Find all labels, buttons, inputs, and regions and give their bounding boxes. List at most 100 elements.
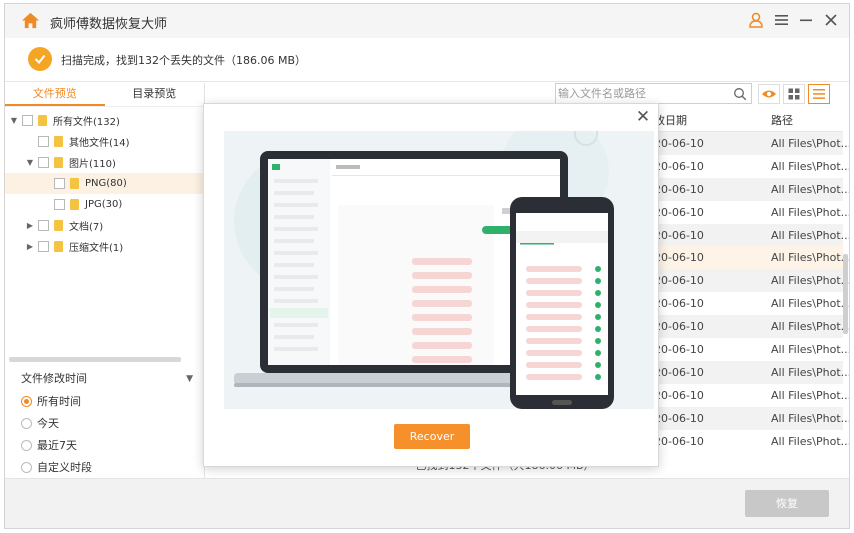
- table-row[interactable]: 20-06-10 All Files\Phot...: [650, 315, 849, 339]
- table-row[interactable]: 20-06-10 All Files\Phot...: [650, 246, 849, 270]
- tree-item-label: 其他文件(14): [69, 138, 130, 149]
- filter-title[interactable]: 文件修改时间 ▼: [5, 368, 205, 390]
- scan-status-text: 扫描完成，找到132个丢失的文件（186.06 MB）: [61, 54, 307, 67]
- recover-button[interactable]: 恢复: [745, 490, 829, 517]
- tree-item-label: 文档(7): [69, 222, 104, 233]
- title-bar: 疯师傅数据恢复大师: [5, 4, 849, 38]
- cell-date: 20-06-10: [654, 205, 704, 219]
- vertical-scrollbar[interactable]: [843, 254, 848, 334]
- horizontal-scrollbar[interactable]: [9, 357, 181, 362]
- cell-path: All Files\Phot...: [771, 182, 850, 196]
- table-row[interactable]: 20-06-10 All Files\Phot...: [650, 360, 849, 384]
- tab-file-preview[interactable]: 文件预览: [5, 83, 105, 106]
- app-mockup-image: [234, 131, 614, 409]
- app-window: 疯师傅数据恢复大师 扫描完成，找到132个丢失的文件（186.06 MB） 文件…: [4, 3, 850, 529]
- cell-path: All Files\Phot...: [771, 434, 850, 448]
- list-view-icon[interactable]: [808, 84, 830, 104]
- cell-date: 20-06-10: [654, 251, 704, 265]
- checkbox[interactable]: [22, 115, 33, 126]
- cell-path: All Files\Phot...: [771, 320, 850, 334]
- cell-date: 20-06-10: [654, 320, 704, 334]
- radio-custom-range[interactable]: 自定义时段: [5, 456, 205, 478]
- grid-view-icon[interactable]: [783, 84, 805, 104]
- radio-icon[interactable]: [21, 417, 32, 429]
- close-icon[interactable]: [821, 10, 841, 30]
- tree-item-images[interactable]: ▼ 图片(110): [5, 152, 204, 173]
- chevron-right-icon[interactable]: ▶: [25, 242, 35, 251]
- table-row[interactable]: 20-06-10 All Files\Phot...: [650, 223, 849, 247]
- check-circle-icon: [28, 47, 52, 71]
- table-row[interactable]: 20-06-10 All Files\Phot...: [650, 201, 849, 224]
- table-header: 改日期 路径: [650, 108, 843, 132]
- checkbox[interactable]: [38, 136, 49, 147]
- radio-icon[interactable]: [21, 461, 32, 473]
- tree-item-other-files[interactable]: 其他文件(14): [5, 131, 204, 152]
- checkbox[interactable]: [54, 178, 65, 189]
- checkbox[interactable]: [54, 199, 65, 210]
- cell-date: 20-06-10: [654, 228, 704, 242]
- checkbox[interactable]: [38, 157, 49, 168]
- folder-icon: [54, 157, 63, 168]
- folder-icon: [38, 115, 47, 126]
- promo-recover-button[interactable]: Recover: [394, 424, 470, 449]
- close-icon[interactable]: ✕: [634, 108, 652, 126]
- folder-icon: [54, 136, 63, 147]
- table-row[interactable]: 20-06-10 All Files\Phot...: [650, 406, 849, 430]
- tree-item-all-files[interactable]: ▼ 所有文件(132): [5, 110, 204, 131]
- cell-path: All Files\Phot...: [771, 388, 850, 402]
- cell-date: 20-06-10: [654, 159, 704, 173]
- radio-today[interactable]: 今天: [5, 412, 205, 434]
- chevron-down-icon[interactable]: ▼: [9, 116, 19, 125]
- radio-last-7-days[interactable]: 最近7天: [5, 434, 205, 456]
- table-row[interactable]: 20-06-10 All Files\Phot...: [650, 430, 849, 453]
- table-row[interactable]: 20-06-10 All Files\Phot...: [650, 338, 849, 361]
- table-row[interactable]: 20-06-10 All Files\Phot...: [650, 384, 849, 407]
- chevron-right-icon[interactable]: ▶: [25, 221, 35, 230]
- tree-item-label: 图片(110): [69, 159, 116, 170]
- tree-item-label: 压缩文件(1): [69, 243, 124, 254]
- menu-icon[interactable]: [771, 10, 791, 30]
- tree-item-documents[interactable]: ▶ 文档(7): [5, 215, 204, 236]
- cell-date: 20-06-10: [654, 297, 704, 311]
- radio-selected-icon[interactable]: [21, 395, 32, 407]
- table-row[interactable]: 20-06-10 All Files\Phot...: [650, 155, 849, 178]
- search-input[interactable]: [558, 85, 728, 102]
- table-row[interactable]: 20-06-10 All Files\Phot...: [650, 269, 849, 293]
- promo-dialog: ✕ Recover: [203, 103, 659, 467]
- eye-icon[interactable]: [758, 84, 780, 104]
- time-filter: 文件修改时间 ▼ 所有时间 今天 最近7天 自定义时段: [5, 368, 205, 478]
- radio-label: 最近7天: [37, 439, 77, 452]
- table-row[interactable]: 20-06-10 All Files\Phot...: [650, 177, 849, 201]
- folder-icon: [70, 178, 79, 189]
- table-row[interactable]: 20-06-10 All Files\Phot...: [650, 132, 849, 155]
- minimize-icon[interactable]: [796, 10, 816, 30]
- chevron-down-icon[interactable]: ▼: [25, 158, 35, 167]
- cell-path: All Files\Phot...: [771, 274, 850, 288]
- checkbox[interactable]: [38, 241, 49, 252]
- filter-title-label: 文件修改时间: [21, 372, 87, 385]
- cell-path: All Files\Phot...: [771, 251, 850, 265]
- column-header-path[interactable]: 路径: [771, 112, 793, 128]
- view-tabs: 文件预览 目录预览: [5, 83, 204, 107]
- tab-directory-preview[interactable]: 目录预览: [105, 83, 205, 106]
- checkbox[interactable]: [38, 220, 49, 231]
- cell-path: All Files\Phot...: [771, 159, 850, 173]
- radio-label: 所有时间: [37, 395, 81, 408]
- tree-item-png[interactable]: PNG(80): [5, 173, 204, 194]
- cell-path: All Files\Phot...: [771, 137, 850, 150]
- search-icon[interactable]: [733, 87, 747, 101]
- tree-item-label: JPG(30): [85, 199, 123, 210]
- tree-item-label: PNG(80): [85, 178, 127, 189]
- home-icon[interactable]: [21, 11, 40, 30]
- table-row[interactable]: 20-06-10 All Files\Phot...: [650, 292, 849, 315]
- chevron-down-icon[interactable]: ▼: [186, 368, 193, 390]
- radio-label: 自定义时段: [37, 461, 92, 474]
- cell-path: All Files\Phot...: [771, 205, 850, 219]
- tree-item-jpg[interactable]: JPG(30): [5, 194, 204, 215]
- tree-item-archives[interactable]: ▶ 压缩文件(1): [5, 236, 204, 257]
- radio-icon[interactable]: [21, 439, 32, 451]
- folder-icon: [70, 199, 79, 210]
- user-icon[interactable]: [746, 10, 766, 30]
- radio-all-time[interactable]: 所有时间: [5, 390, 205, 412]
- radio-label: 今天: [37, 417, 59, 430]
